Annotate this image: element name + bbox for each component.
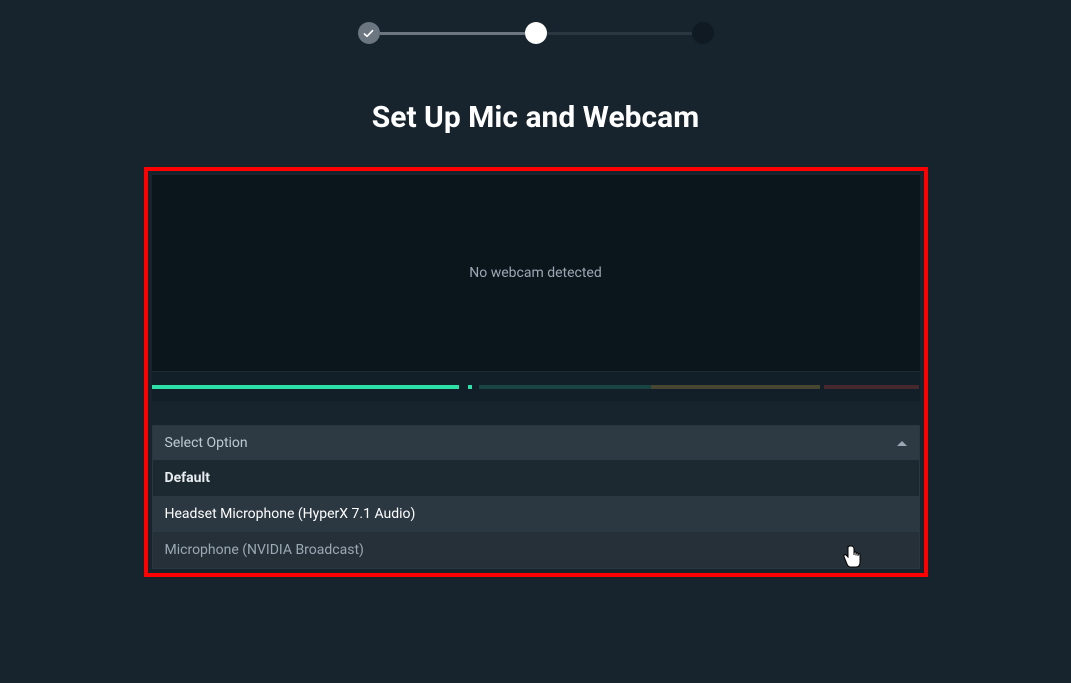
step-3-pending bbox=[692, 22, 714, 44]
mic-option-default[interactable]: Default bbox=[153, 460, 919, 496]
step-line-1 bbox=[380, 32, 525, 35]
step-line-2 bbox=[547, 32, 692, 35]
annotation-highlight-box: No webcam detected Select Option Default… bbox=[144, 167, 928, 577]
check-icon bbox=[362, 27, 375, 40]
meter-yellow-zone bbox=[651, 385, 820, 389]
caret-up-icon bbox=[897, 441, 907, 446]
mic-dropdown-header[interactable]: Select Option bbox=[153, 426, 919, 460]
page-title: Set Up Mic and Webcam bbox=[0, 100, 1071, 135]
webcam-preview: No webcam detected bbox=[152, 175, 920, 371]
mic-dropdown[interactable]: Select Option Default Headset Microphone… bbox=[152, 425, 920, 569]
step-2-current bbox=[525, 22, 547, 44]
mic-option-nvidia[interactable]: Microphone (NVIDIA Broadcast) bbox=[153, 532, 919, 568]
stepper bbox=[0, 0, 1071, 44]
meter-red-zone bbox=[824, 385, 919, 389]
mic-dropdown-list: Default Headset Microphone (HyperX 7.1 A… bbox=[153, 460, 919, 568]
mic-option-hyperx[interactable]: Headset Microphone (HyperX 7.1 Audio) bbox=[153, 496, 919, 532]
mic-level-meter bbox=[152, 371, 920, 401]
meter-track bbox=[152, 385, 920, 389]
mic-dropdown-label: Select Option bbox=[165, 435, 248, 451]
step-1-done bbox=[358, 22, 380, 44]
meter-green-zone bbox=[479, 385, 650, 389]
meter-active bbox=[152, 385, 459, 389]
webcam-placeholder-text: No webcam detected bbox=[469, 265, 602, 281]
